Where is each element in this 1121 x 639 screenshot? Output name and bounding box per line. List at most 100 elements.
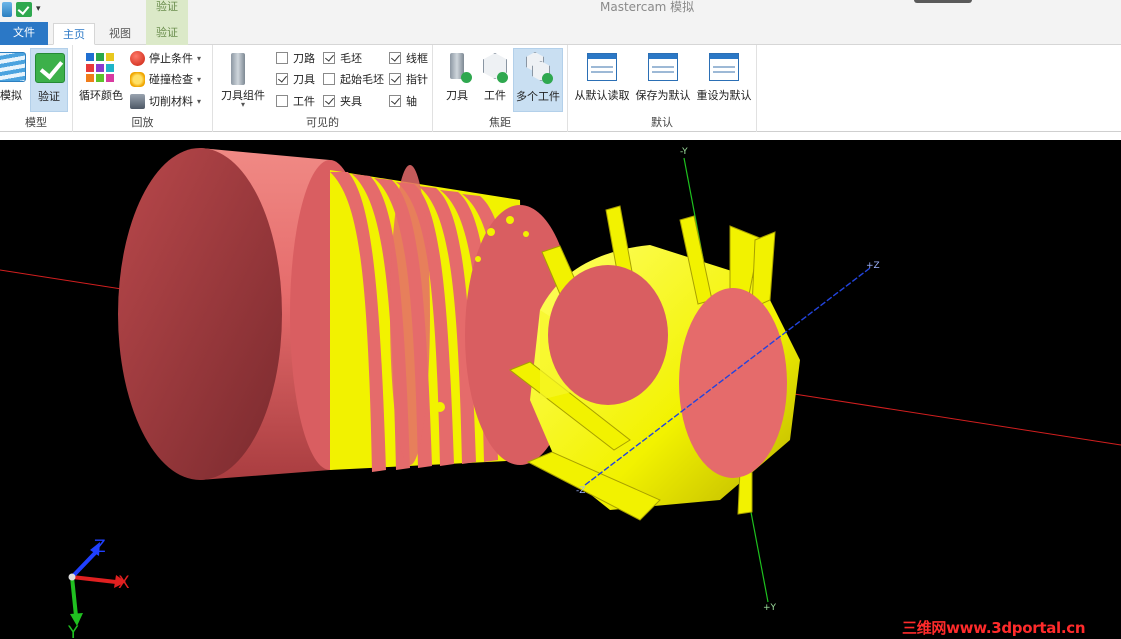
- simulation-viewport[interactable]: -Y +Y +Z -Z X Z Y: [0, 140, 1121, 639]
- model-icon[interactable]: [2, 1, 12, 17]
- watermark-text: 三维网www.3dportal.cn: [902, 619, 1086, 637]
- focus-plus-icon: [542, 73, 553, 84]
- window-control-button[interactable]: [914, 0, 972, 3]
- stop-icon: [130, 50, 145, 66]
- tool-checkbox[interactable]: [276, 73, 288, 85]
- color-swatch: [96, 63, 104, 72]
- cycle-colors-label: 循环颜色: [79, 89, 123, 102]
- tool-assembly-button[interactable]: 刀具组件 ▾: [217, 48, 269, 112]
- focus-group: 刀具 工件 多个工件 焦距: [433, 45, 568, 132]
- pos-z-axis-label: +Z: [866, 261, 880, 271]
- color-grid-icon: [86, 53, 116, 83]
- simulate-label: 模拟: [0, 89, 22, 102]
- checkbox-initial-stock[interactable]: 起始毛坯: [323, 69, 384, 89]
- verify-label: 验证: [38, 90, 60, 103]
- checkbox-toolpath[interactable]: 刀路: [276, 48, 315, 68]
- wireframe-checkbox[interactable]: [389, 52, 401, 64]
- color-swatch: [106, 53, 114, 61]
- tab-view[interactable]: 视图: [100, 23, 140, 45]
- color-swatch: [106, 74, 114, 83]
- focus-workpiece-button[interactable]: 工件: [477, 48, 513, 112]
- tab-file[interactable]: 文件: [0, 22, 48, 45]
- verify-button[interactable]: 验证: [30, 48, 68, 112]
- checkbox-workpiece[interactable]: 工件: [276, 91, 315, 111]
- chevron-down-icon: ▾: [197, 96, 202, 106]
- checkbox-axes[interactable]: 轴: [389, 91, 417, 111]
- ribbon-tab-row: 文件 主页 视图 验证: [0, 22, 1121, 45]
- triad-z-arrow: [70, 550, 98, 579]
- color-swatch: [96, 74, 104, 83]
- focus-workpiece-label: 工件: [484, 89, 506, 102]
- triad-z-label: Z: [94, 537, 106, 557]
- context-tab-header: 验证: [146, 0, 188, 22]
- stop-conditions-button[interactable]: 停止条件 ▾: [130, 48, 201, 68]
- neg-z-axis-label: -Z: [576, 486, 585, 496]
- verify-icon[interactable]: [16, 1, 32, 17]
- title-bar: ▾ 验证 Mastercam 模拟: [0, 0, 1121, 22]
- collision-check-button[interactable]: 碰撞检查 ▾: [130, 69, 201, 89]
- checkbox-wireframe[interactable]: 线框: [389, 48, 428, 68]
- pos-y-axis-label: +Y: [763, 603, 777, 613]
- checkbox-fixture[interactable]: 夹具: [323, 91, 362, 111]
- triad-y-arrow: [70, 576, 78, 617]
- ribbon-gap: [0, 132, 1121, 140]
- save-default-button[interactable]: 保存为默认: [633, 48, 693, 112]
- read-default-label: 从默认读取: [574, 89, 630, 102]
- collision-icon: [130, 71, 145, 87]
- checkbox-stock[interactable]: 毛坯: [323, 48, 362, 68]
- color-swatch: [86, 53, 94, 61]
- initial-stock-label: 起始毛坯: [340, 73, 384, 86]
- read-default-icon: [587, 53, 617, 81]
- pointer-label: 指针: [406, 73, 428, 86]
- toolpath-checkbox[interactable]: [276, 52, 288, 64]
- visible-group: 刀具组件 ▾ 刀路 刀具 工件 毛坯 起始毛坯 夹具 线框 指针 轴 可见的: [213, 45, 433, 132]
- orientation-triad: X Z Y: [67, 537, 130, 639]
- qat-dropdown-icon[interactable]: ▾: [36, 2, 41, 17]
- fixture-checkbox[interactable]: [323, 95, 335, 107]
- tab-home[interactable]: 主页: [53, 23, 95, 45]
- axes-checkbox[interactable]: [389, 95, 401, 107]
- stock-checkbox[interactable]: [323, 52, 335, 64]
- verify-check-icon: [35, 53, 65, 83]
- playback-group-label: 回放: [131, 116, 154, 129]
- triad-y-label: Y: [67, 623, 79, 639]
- axes-label: 轴: [406, 95, 417, 108]
- pointer-checkbox[interactable]: [389, 73, 401, 85]
- workpiece-checkbox[interactable]: [276, 95, 288, 107]
- neg-y-axis-label: -Y: [680, 147, 688, 157]
- collision-check-label: 碰撞检查: [149, 73, 193, 86]
- focus-tool-label: 刀具: [446, 89, 468, 102]
- simulate-icon: [0, 52, 26, 82]
- reset-default-button[interactable]: 重设为默认: [694, 48, 754, 112]
- workpiece-label: 工件: [293, 95, 315, 108]
- initial-stock-checkbox[interactable]: [323, 73, 335, 85]
- tool-label: 刀具: [293, 73, 315, 86]
- rear-cylinder-face: [118, 148, 282, 480]
- visible-group-label: 可见的: [306, 116, 339, 129]
- default-group-label: 默认: [651, 116, 673, 129]
- cut-material-button[interactable]: 切削材料 ▾: [130, 91, 201, 111]
- color-swatch: [106, 63, 114, 72]
- checkbox-pointer[interactable]: 指针: [389, 69, 428, 89]
- quick-access-toolbar: ▾: [0, 0, 41, 18]
- reset-default-icon: [709, 53, 739, 81]
- reset-default-label: 重设为默认: [696, 89, 752, 102]
- focus-multi-workpiece-button[interactable]: 多个工件: [513, 48, 563, 112]
- simulate-button[interactable]: 模拟: [0, 48, 28, 112]
- playback-group: 循环颜色 停止条件 ▾ 碰撞检查 ▾ 切削材料 ▾ 回放: [73, 45, 213, 132]
- stock-neck: [548, 265, 668, 405]
- focus-tool-button[interactable]: 刀具: [437, 48, 477, 112]
- read-default-button[interactable]: 从默认读取: [572, 48, 632, 112]
- stop-conditions-label: 停止条件: [149, 52, 193, 65]
- chevron-down-icon: ▾: [197, 74, 202, 84]
- model-group: 模拟 验证 模型: [0, 45, 73, 132]
- cycle-colors-button[interactable]: 循环颜色: [77, 48, 125, 112]
- triad-x-label: X: [118, 573, 130, 593]
- end-mill-icon: [231, 53, 245, 85]
- color-swatch: [86, 74, 94, 83]
- focus-multi-workpiece-label: 多个工件: [516, 90, 560, 103]
- tab-verify[interactable]: 验证: [146, 22, 188, 45]
- color-swatch: [86, 63, 94, 72]
- focus-plus-icon: [497, 72, 508, 83]
- checkbox-tool[interactable]: 刀具: [276, 69, 315, 89]
